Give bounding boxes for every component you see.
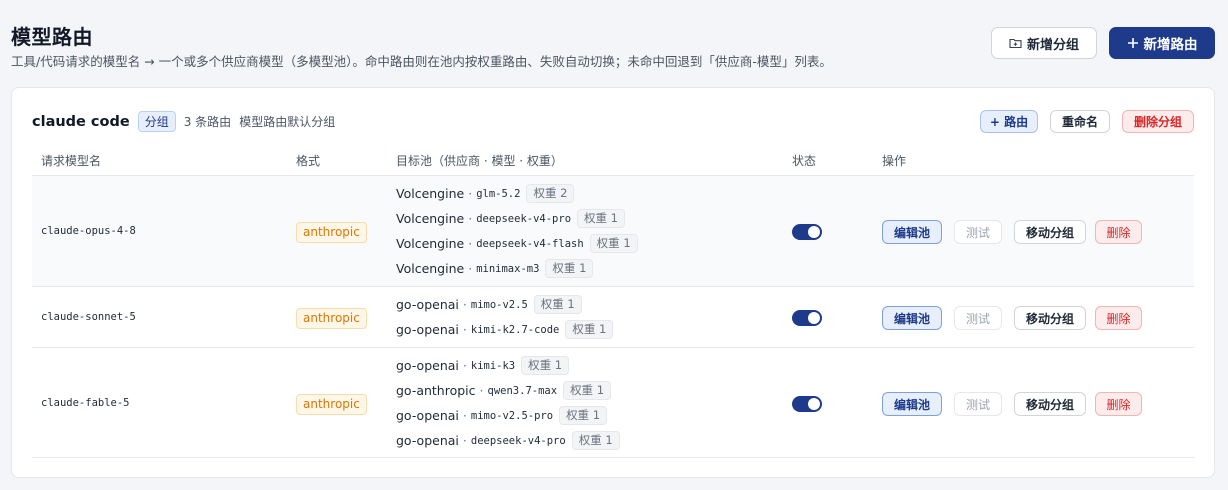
format-badge: anthropic	[296, 394, 367, 415]
target-model: deepseek-v4-flash	[476, 237, 584, 250]
delete-group-button[interactable]: 删除分组	[1122, 110, 1194, 133]
test-button[interactable]: 测试	[954, 392, 1002, 416]
target-provider: go-openai	[396, 358, 459, 373]
toggle-knob	[808, 398, 820, 410]
target-model: kimi-k2.7-code	[470, 323, 560, 336]
group-default-label: 模型路由默认分组	[239, 115, 336, 129]
target-model: deepseek-v4-pro	[470, 434, 566, 447]
delete-route-button[interactable]: 删除	[1095, 306, 1142, 330]
pool-target: go-openai · deepseek-v4-pro 权重 1	[396, 428, 620, 453]
status-toggle[interactable]	[792, 224, 822, 240]
weight-badge: 权重 1	[571, 431, 620, 450]
target-model: mimo-v2.5	[470, 298, 528, 311]
weight-badge: 权重 1	[533, 295, 582, 314]
pool-target: go-openai · mimo-v2.5 权重 1	[396, 292, 613, 317]
request-model-name: claude-fable-5	[41, 397, 130, 409]
target-provider: Volcengine	[396, 261, 465, 276]
column-header-status: 状态	[792, 154, 817, 168]
target-provider: go-anthropic	[396, 383, 476, 398]
weight-badge: 权重 1	[577, 209, 626, 228]
rename-group-button[interactable]: 重命名	[1050, 110, 1110, 133]
weight-badge: 权重 1	[545, 259, 594, 278]
target-provider: Volcengine	[396, 211, 465, 226]
toggle-knob	[808, 226, 820, 238]
add-route-button[interactable]: + 路由	[980, 110, 1038, 133]
move-group-button[interactable]: 移动分组	[1014, 392, 1086, 416]
column-header-actions: 操作	[882, 154, 907, 168]
target-provider: Volcengine	[396, 236, 465, 251]
table-row: claude-fable-5 anthropic go-openai · kimi-…	[32, 347, 1194, 458]
page-title: 模型路由	[11, 25, 93, 49]
target-model: qwen3.7-max	[487, 384, 558, 397]
target-model: mimo-v2.5-pro	[470, 409, 554, 422]
format-badge: anthropic	[296, 222, 367, 243]
target-model: kimi-k3	[470, 359, 516, 372]
target-pool: Volcengine · glm-5.2 权重 2 Volcengine · deepse…	[396, 181, 638, 281]
weight-badge: 权重 1	[521, 356, 570, 375]
table-row: claude-opus-4-8 anthropic Volcengine · glm…	[32, 175, 1194, 286]
plus-icon	[1127, 37, 1139, 49]
delete-route-button[interactable]: 删除	[1095, 220, 1142, 244]
weight-badge: 权重 1	[589, 234, 638, 253]
edit-pool-button[interactable]: 编辑池	[882, 392, 942, 416]
column-header-model: 请求模型名	[41, 154, 102, 168]
table-row: claude-sonnet-5 anthropic go-openai · mimo…	[32, 286, 1194, 347]
toggle-knob	[808, 312, 820, 324]
pool-target: go-anthropic · qwen3.7-max 权重 1	[396, 378, 620, 403]
request-model-name: claude-sonnet-5	[41, 311, 136, 323]
target-provider: go-openai	[396, 408, 459, 423]
new-group-label: 新增分组	[1026, 37, 1079, 53]
route-group-card: claude code 分组 3 条路由 模型路由默认分组 + 路由 重命名 删…	[11, 87, 1215, 478]
weight-badge: 权重 1	[559, 406, 608, 425]
column-header-format: 格式	[296, 154, 321, 168]
pool-target: Volcengine · deepseek-v4-pro 权重 1	[396, 206, 638, 231]
pool-target: Volcengine · minimax-m3 权重 1	[396, 256, 638, 281]
target-provider: go-openai	[396, 322, 459, 337]
status-toggle[interactable]	[792, 396, 822, 412]
request-model-name: claude-opus-4-8	[41, 225, 136, 237]
edit-pool-button[interactable]: 编辑池	[882, 220, 942, 244]
pool-target: Volcengine · glm-5.2 权重 2	[396, 181, 638, 206]
target-pool: go-openai · kimi-k3 权重 1 go-anthropic · qwen3…	[396, 353, 620, 453]
status-toggle[interactable]	[792, 310, 822, 326]
pool-target: go-openai · mimo-v2.5-pro 权重 1	[396, 403, 620, 428]
edit-pool-button[interactable]: 编辑池	[882, 306, 942, 330]
group-tag-badge: 分组	[137, 111, 176, 132]
test-button[interactable]: 测试	[954, 306, 1002, 330]
weight-badge: 权重 2	[526, 184, 575, 203]
delete-route-button[interactable]: 删除	[1095, 392, 1142, 416]
group-route-count: 3 条路由	[183, 115, 232, 129]
new-route-label: 新增路由	[1143, 37, 1198, 53]
page-description: 工具/代码请求的模型名 → 一个或多个供应商模型（多模型池）。命中路由则在池内按…	[11, 54, 832, 69]
group-name: claude code	[32, 113, 130, 130]
move-group-button[interactable]: 移动分组	[1014, 306, 1086, 330]
move-group-button[interactable]: 移动分组	[1014, 220, 1086, 244]
pool-target: go-openai · kimi-k3 权重 1	[396, 353, 620, 378]
group-header: claude code 分组 3 条路由 模型路由默认分组	[32, 111, 335, 132]
target-model: deepseek-v4-pro	[476, 212, 572, 225]
pool-target: Volcengine · deepseek-v4-flash 权重 1	[396, 231, 638, 256]
target-provider: Volcengine	[396, 186, 465, 201]
weight-badge: 权重 1	[565, 320, 614, 339]
folder-plus-icon	[1009, 37, 1022, 49]
target-model: glm-5.2	[476, 187, 521, 200]
column-header-pool: 目标池（供应商 · 模型 · 权重）	[396, 154, 563, 168]
weight-badge: 权重 1	[563, 381, 612, 400]
target-provider: go-openai	[396, 433, 459, 448]
new-group-button[interactable]: 新增分组	[991, 27, 1097, 59]
target-model: minimax-m3	[476, 262, 540, 275]
pool-target: go-openai · kimi-k2.7-code 权重 1	[396, 317, 614, 342]
target-provider: go-openai	[396, 297, 459, 312]
new-route-button[interactable]: 新增路由	[1109, 27, 1215, 59]
format-badge: anthropic	[296, 308, 367, 329]
target-pool: go-openai · mimo-v2.5 权重 1 go-openai · kimi-k…	[396, 292, 614, 342]
test-button[interactable]: 测试	[954, 220, 1002, 244]
